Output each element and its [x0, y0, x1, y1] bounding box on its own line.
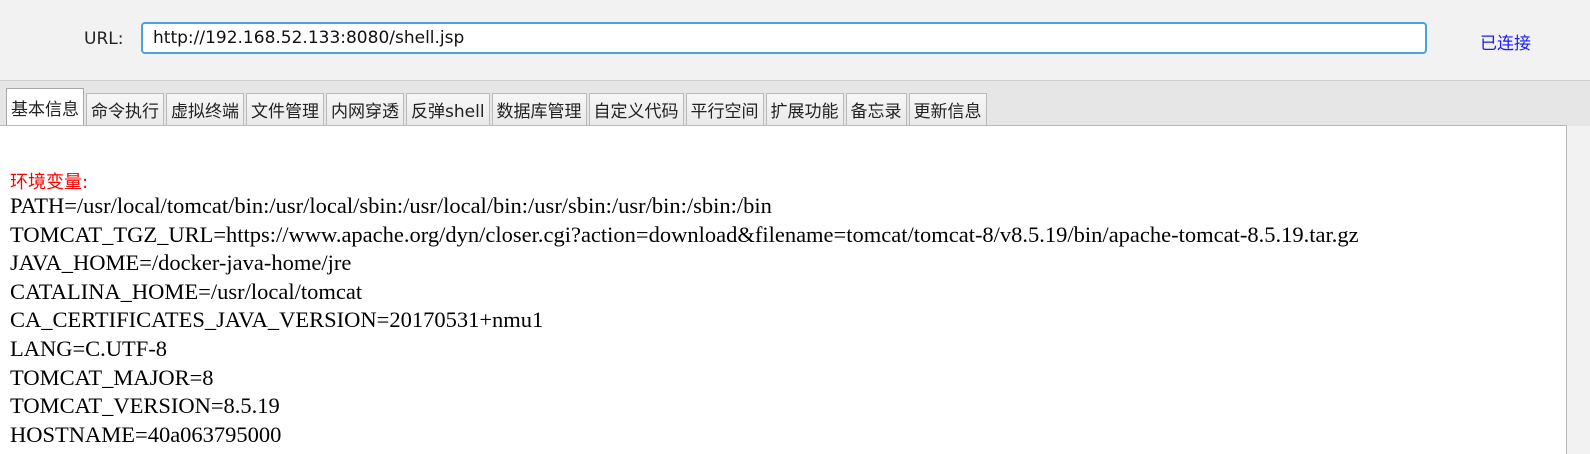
connection-status: 已连接 — [1480, 34, 1531, 54]
tab-command-exec[interactable]: 命令执行 — [86, 93, 164, 125]
tab-extensions[interactable]: 扩展功能 — [765, 93, 844, 125]
tab-intranet-tunnel[interactable]: 内网穿透 — [326, 93, 404, 125]
tab-parallel-space[interactable]: 平行空间 — [685, 93, 764, 125]
url-bar: URL: 已连接 — [0, 0, 1590, 80]
tab-basic-info[interactable]: 基本信息 — [6, 88, 84, 125]
tab-database-manager[interactable]: 数据库管理 — [491, 93, 587, 125]
env-vars-title: 环境变量: — [10, 172, 89, 193]
env-var-catalina-home: CATALINA_HOME=/usr/local/tomcat — [10, 278, 363, 304]
tab-bar: 基本信息 命令执行 虚拟终端 文件管理 内网穿透 反弹shell 数据库管理 自… — [6, 88, 989, 125]
tab-file-manager[interactable]: 文件管理 — [246, 93, 324, 125]
env-var-tomcat-tgz-url: TOMCAT_TGZ_URL=https://www.apache.org/dy… — [10, 221, 1359, 247]
url-input[interactable] — [141, 22, 1427, 54]
basic-info-panel: 环境变量: PATH=/usr/local/tomcat/bin:/usr/lo… — [0, 125, 1567, 454]
tab-custom-code[interactable]: 自定义代码 — [588, 93, 684, 125]
tab-update-info[interactable]: 更新信息 — [908, 93, 987, 125]
tab-reverse-shell[interactable]: 反弹shell — [406, 93, 490, 125]
env-var-path: PATH=/usr/local/tomcat/bin:/usr/local/sb… — [10, 193, 772, 218]
tab-virtual-terminal[interactable]: 虚拟终端 — [166, 93, 244, 125]
env-var-ca-certificates: CA_CERTIFICATES_JAVA_VERSION=20170531+nm… — [10, 307, 544, 333]
env-var-tomcat-major: TOMCAT_MAJOR=8 — [10, 364, 214, 390]
env-var-hostname: HOSTNAME=40a063795000 — [10, 421, 282, 447]
tab-memo[interactable]: 备忘录 — [845, 93, 907, 125]
env-var-java-home: JAVA_HOME=/docker-java-home/jre — [10, 250, 352, 276]
url-label: URL: — [84, 29, 124, 49]
env-var-tomcat-version: TOMCAT_VERSION=8.5.19 — [10, 393, 280, 419]
env-vars-list: PATH=/usr/local/tomcat/bin:/usr/local/sb… — [10, 192, 1359, 449]
env-var-lang: LANG=C.UTF-8 — [10, 335, 168, 361]
webshell-manager-window: URL: 已连接 基本信息 命令执行 虚拟终端 文件管理 内网穿透 反弹shel… — [0, 0, 1590, 454]
